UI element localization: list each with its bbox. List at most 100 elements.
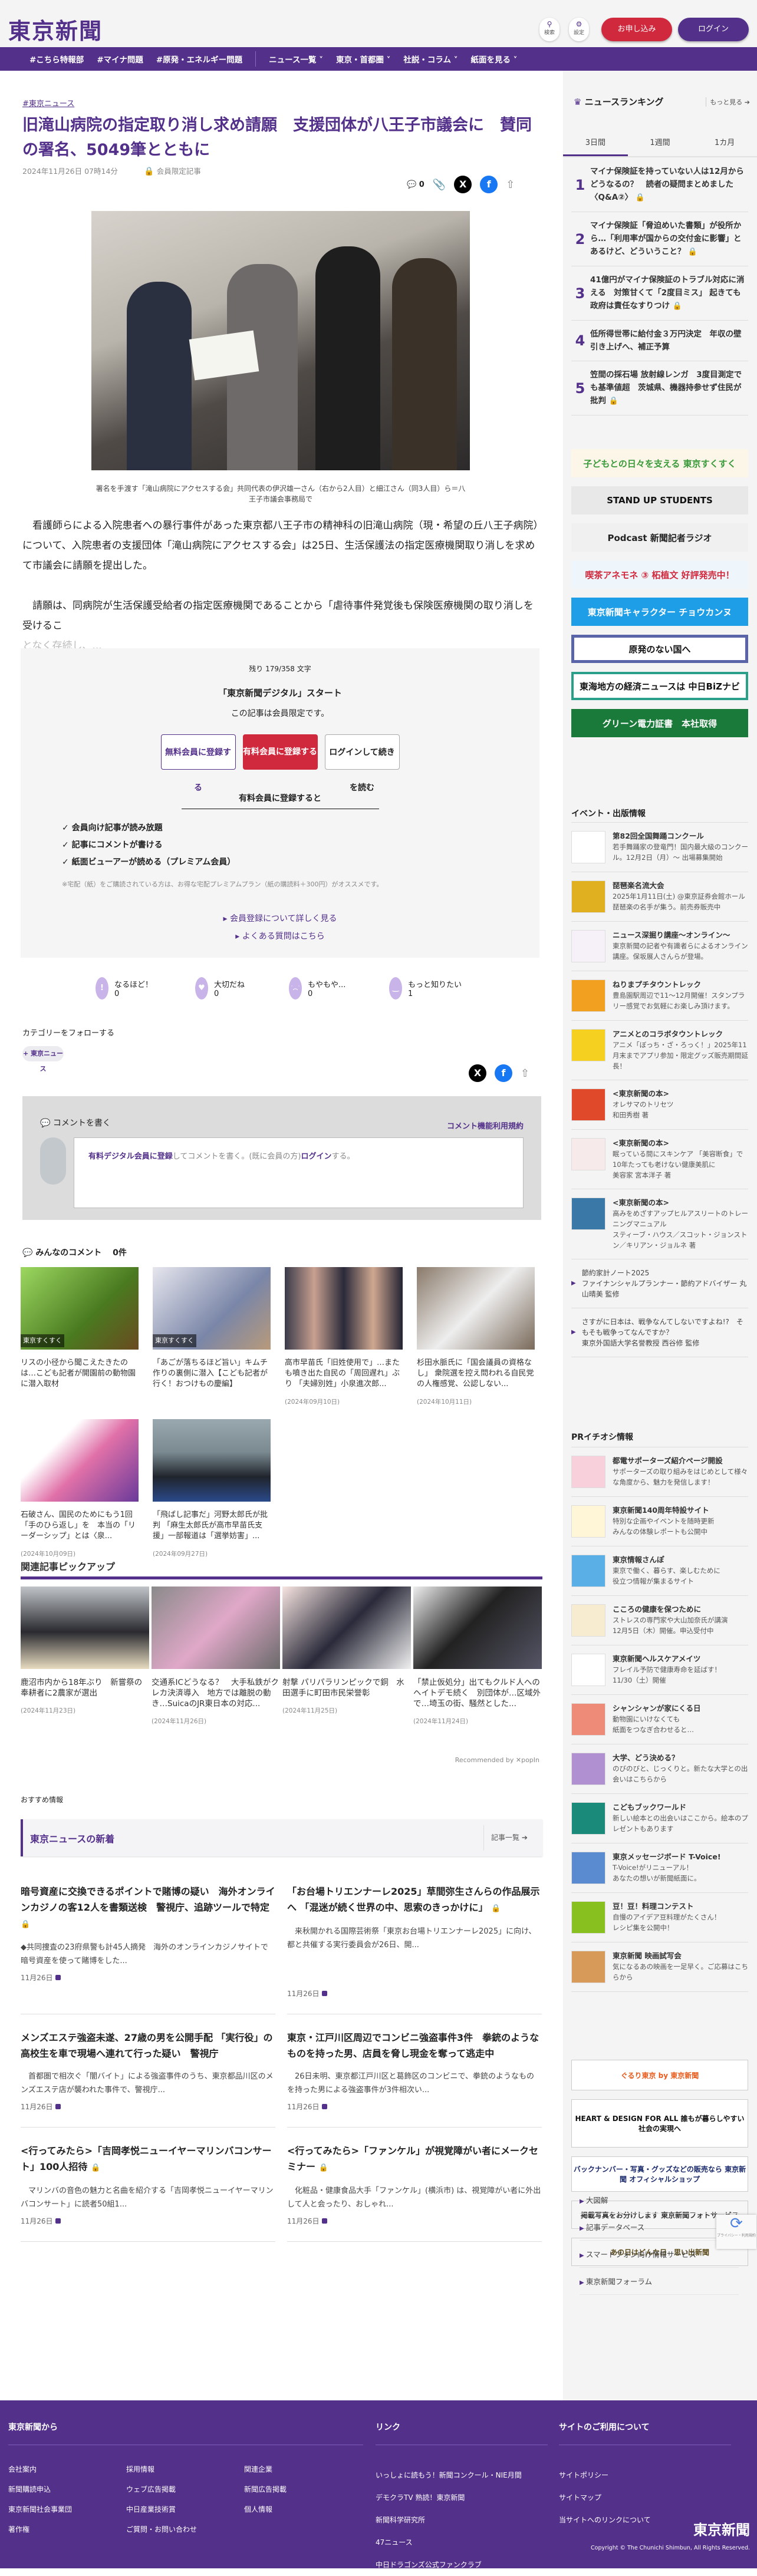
- promo-banner[interactable]: 原発のない国へ: [571, 635, 748, 663]
- footer-link[interactable]: サイトマップ: [559, 2486, 651, 2509]
- promo-item[interactable]: 東京新聞 映画試写会 気になるあの映画を一足早く。ご応募はこちらから: [571, 1942, 748, 1992]
- reaction-naruhodo[interactable]: ! なるほど！ 0: [96, 977, 153, 1000]
- news-item[interactable]: 東京・江戸川区周辺でコンビニ強盗事件3件 拳銃のようなものを持った男、店員を脅し…: [287, 2014, 542, 2128]
- login-continue-button[interactable]: ログインして続きを読む: [324, 734, 400, 793]
- promo-banner[interactable]: HEART & DESIGN FOR ALL 誰もが暮らしやすい社会の実現へ: [571, 2099, 748, 2148]
- promo-item[interactable]: 東京新聞ヘルスケアメイツ フレイル予防で健康寿命を延ばす！ 11/30（土）開催: [571, 1645, 748, 1695]
- promo-item[interactable]: こどもブックワールド 新しい絵本との出会いはここから。絵本のプレゼントもあります: [571, 1794, 748, 1843]
- thumb-card[interactable]: 「飛ばし記事だ」河野太郎氏が批判 「麻生太郎氏が高市早苗氏支援」一部報道は「選挙…: [153, 1419, 271, 1559]
- footer-link[interactable]: 中日ドラゴンズ公式ファンクラブ: [376, 2554, 522, 2576]
- register-link[interactable]: 有料デジタル会員に登録: [88, 1152, 173, 1161]
- footer-link[interactable]: デモクラTV 熟読！東京新聞: [376, 2486, 522, 2509]
- recaptcha-badge[interactable]: ⟳ プライバシー・利用規約: [716, 2215, 756, 2249]
- pickup-card[interactable]: 鹿沼市内から18年ぶり 新嘗祭の奉耕者に2農家が選出 (2024年11月23日): [21, 1587, 149, 1727]
- news-item[interactable]: <行ってみたら>「ファンケル」が視覚障がい者にメークセミナー 🔒 化粧品・健康食…: [287, 2128, 542, 2242]
- footer-link[interactable]: ウェブ広告掲載: [126, 2479, 244, 2499]
- promo-item[interactable]: ねりまプチタウントレック 豊島園駅周辺で11～12月開催！スタンプラリー感覚でお気…: [571, 971, 748, 1021]
- ranking-item[interactable]: 5 笠間の採石場 放射線レンガ 3度目測定でも基準値超 茨城県、機器持参せず住民が…: [571, 361, 748, 415]
- clip-icon[interactable]: 📎: [433, 179, 446, 191]
- settings-button[interactable]: ⚙ 設定: [569, 18, 589, 41]
- pickup-card[interactable]: 交通系ICどうなる？ 大手私鉄がクレカ決済導入 地方では離脱の動き…Suicaの…: [152, 1587, 280, 1727]
- follow-category-chip[interactable]: + 東京ニュース: [22, 1046, 64, 1073]
- footer-link[interactable]: 中日産業技術賞: [126, 2499, 244, 2519]
- news-item[interactable]: <行ってみたら>「吉岡孝悦ニューイヤーマリンバコンサート」100人招待 🔒 マリ…: [21, 2128, 275, 2242]
- footer-link[interactable]: 新聞広告掲載: [244, 2479, 362, 2499]
- membership-details-link[interactable]: ▸ 会員登録について詳しく見る: [21, 910, 539, 928]
- promo-item[interactable]: 豆！豆！料理コンテスト 自慢のアイデア豆料理がたくさん！ レシピ集を公開中！: [571, 1893, 748, 1942]
- footer-link[interactable]: 会社案内: [8, 2459, 126, 2479]
- facebook-share-icon[interactable]: f: [480, 176, 498, 193]
- thumb-card[interactable]: 高市早苗氏「旧姓使用で」…またも噴き出た自民の「周回遅れ」ぶり 「夫婦別姓」小泉…: [285, 1267, 403, 1407]
- nav-item[interactable]: #マイナ問題: [97, 53, 143, 65]
- ranking-more-link[interactable]: もっと見る ➔: [706, 97, 750, 107]
- promo-item[interactable]: 都電サポーターズ紹介ページ開設 サポーターズの取り組みをはじめとして様々な角度から…: [571, 1447, 748, 1497]
- footer-link[interactable]: 東京新聞社会事業団: [8, 2499, 126, 2519]
- book-link[interactable]: ▶ さすがに日本は、戦争なんてしないですよね!? そもそも戦争ってなんですか？ 東…: [571, 1308, 748, 1357]
- faq-link[interactable]: ▸ よくある質問はこちら: [21, 928, 539, 945]
- promo-item[interactable]: 東京新聞140周年特設サイト 特別な企画やイベントを随時更新 みんなの体験レポート…: [571, 1497, 748, 1546]
- footer-link[interactable]: サイトポリシー: [559, 2464, 651, 2486]
- login-button[interactable]: ログイン: [678, 18, 749, 41]
- thumb-card[interactable]: 東京すくすく リスの小径から聞こえたきたのは…こども記者が開園前の動物園に潜入取材: [21, 1267, 139, 1407]
- nav-item[interactable]: #こちら特報部: [29, 53, 84, 65]
- nav-item[interactable]: 社説・コラム ˅: [403, 53, 458, 65]
- promo-banner[interactable]: 喫茶アネモネ ③ 柘植文 好評発売中！: [571, 560, 748, 589]
- promo-item[interactable]: <東京新聞の本> 高みをめざすアップヒルアスリートのトレーニングマニュアル スティ…: [571, 1189, 748, 1259]
- footer-link[interactable]: 47ニュース: [376, 2531, 522, 2554]
- footer-link[interactable]: いっしょに読もう！新聞コンクール・NIE月間: [376, 2464, 522, 2486]
- promo-item[interactable]: シャンシャンが家にくる日 動物園にいけなくても 紙面をつなぎ合わせると…: [571, 1695, 748, 1744]
- news-item[interactable]: 暗号資産に交換できるポイントで賭博の疑い 海外オンラインカジノの客12人を書類送…: [21, 1868, 275, 2014]
- tab-1week[interactable]: 1週間: [628, 130, 693, 156]
- nav-item[interactable]: 紙面を見る ˅: [470, 53, 517, 65]
- sidebar-link[interactable]: ▶ スマートフォン向け情報サービス: [580, 2241, 739, 2268]
- book-link[interactable]: ▶ 節約家計ノート2025 ファイナンシャルプランナー・節約アドバイザー 丸山晴美…: [571, 1259, 748, 1308]
- free-register-button[interactable]: 無料会員に登録する: [160, 734, 236, 793]
- promo-item[interactable]: <東京新聞の本> 眠っている間にスキンケア 「美容断食」で10年たっても老けない健…: [571, 1130, 748, 1189]
- promo-item[interactable]: 東京メッセージボード T-Voice! T-Voice!がリニューアル！ あなたの…: [571, 1843, 748, 1893]
- comment-count[interactable]: 💬 0: [407, 180, 424, 189]
- tab-3days[interactable]: 3日間: [563, 130, 628, 156]
- sidebar-link[interactable]: ▶ 記事データベース: [580, 2214, 739, 2241]
- reaction-taisetsu[interactable]: ♥ 大切だね 0: [195, 977, 245, 1000]
- promo-banner[interactable]: Podcast 新聞記者ラジオ: [571, 523, 748, 552]
- promo-item[interactable]: こころの健康を保つために ストレスの専門家や大山加奈氏が講演 12月5日（木）開催…: [571, 1596, 748, 1645]
- share-icon[interactable]: ⇧: [506, 179, 515, 191]
- ranking-item[interactable]: 2 マイナ保険証「脅迫めいた書類」が役所から…「利用率が国からの交付金に影響」とあ…: [571, 212, 748, 266]
- promo-item[interactable]: 大学、どう決める？ のびのびと、じっくりと。新たな大学との出会いはこちらから: [571, 1744, 748, 1794]
- promo-item[interactable]: 東京情報さんぽ 東京で働く、暮らす、楽しむために 役立つ情報が集まるサイト: [571, 1546, 748, 1596]
- footer-link[interactable]: 著作権: [8, 2519, 126, 2539]
- pickup-card[interactable]: 射撃 パリパラリンピックで銅 水田選手に町田市民栄誉彰 (2024年11月25日): [282, 1587, 411, 1727]
- promo-banner[interactable]: STAND UP STUDENTS: [571, 486, 748, 514]
- promo-banner[interactable]: グリーン電力証書 本社取得: [571, 709, 748, 737]
- footer-link[interactable]: 個人情報: [244, 2499, 362, 2519]
- footer-link[interactable]: ご質問・お問い合わせ: [126, 2519, 244, 2539]
- promo-item[interactable]: アニメとのコラボタウントレック アニメ「ぼっち・ざ・ろっく！」2025年11月末ま…: [571, 1021, 748, 1080]
- news-item[interactable]: 「お台場トリエンナーレ2025」草間弥生さんらの作品展示へ 「混迷が続く世界の中…: [287, 1868, 542, 2014]
- nav-item[interactable]: 東京・首都圏 ˅: [336, 53, 390, 65]
- promo-item[interactable]: ニュース深掘り講座～オンライン～ 東京新聞の記者や有識者らによるオンライン講座。保…: [571, 922, 748, 971]
- article-list-link[interactable]: 記事一覧 ➔: [483, 1825, 542, 1851]
- promo-banner[interactable]: 東海地方の経済ニュースは 中日BiZナビ: [571, 672, 748, 700]
- subscribe-button[interactable]: お申し込み: [601, 18, 672, 41]
- news-item[interactable]: メンズエステ強盗未遂、27歳の男を公開手配 「実行役」の高校生を車で現場へ連れて…: [21, 2014, 275, 2128]
- article-tag[interactable]: #東京ニュース: [22, 97, 74, 108]
- comment-input[interactable]: 有料デジタル会員に登録してコメントを書く。(既に会員の方)ログインする。: [74, 1137, 524, 1208]
- tab-1month[interactable]: 1カ月: [692, 130, 757, 156]
- nav-item[interactable]: #原発・エネルギー問題: [156, 53, 242, 65]
- sidebar-link[interactable]: ▶ 東京新聞フォーラム: [580, 2268, 739, 2295]
- nav-item[interactable]: ニュース一覧 ˅: [269, 53, 323, 65]
- footer-link[interactable]: 当サイトへのリンクについて: [559, 2509, 651, 2531]
- site-logo[interactable]: 東京新聞: [8, 13, 103, 45]
- promo-banner[interactable]: ぐるり東京 by 東京新聞: [571, 2060, 748, 2090]
- reaction-motto[interactable]: ‿ もっと知りたい 1: [389, 977, 462, 1000]
- comment-rules-link[interactable]: コメント機能利用規約: [447, 1120, 524, 1131]
- thumb-card[interactable]: 杉田水脈氏に「国会議員の資格なし」 衆院選を控え問われる自民党の人権感覚、公認し…: [417, 1267, 535, 1407]
- promo-banner[interactable]: 東京新聞キャラクター チョウカンヌ: [571, 598, 748, 626]
- promo-item[interactable]: 第82回全国舞踊コンクール 若手舞踊家の登竜門！国内最大級のコンクール。12月2日…: [571, 823, 748, 872]
- footer-link[interactable]: 新聞購読申込: [8, 2479, 126, 2499]
- popin-credit[interactable]: Recommended by ✕popIn: [455, 1756, 539, 1764]
- promo-banner[interactable]: 子どもとの日々を支える 東京すくすく: [571, 449, 748, 477]
- share-icon[interactable]: ⇧: [521, 1067, 529, 1080]
- ranking-item[interactable]: 4 低所得世帯に給付金３万円決定 年収の壁引き上げへ、補正予算: [571, 321, 748, 361]
- ranking-item[interactable]: 3 41億円がマイナ保険証のトラブル対応に消える 対策甘くて「2度目ミス」 起きて…: [571, 266, 748, 321]
